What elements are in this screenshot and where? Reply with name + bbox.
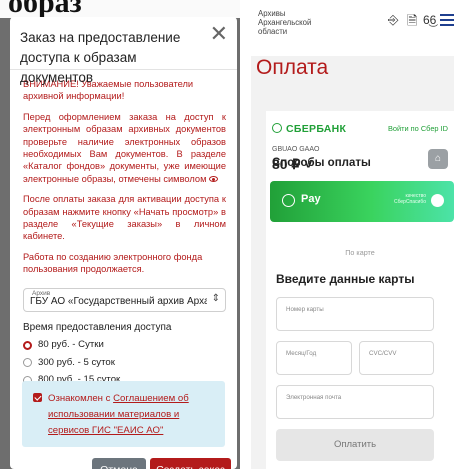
order-screenshot: образ Заказ на предоставление доступа к … bbox=[0, 0, 240, 469]
site-logo-line: Архангельской bbox=[258, 18, 312, 27]
option-5-days[interactable]: 300 руб. - 5 суток bbox=[23, 357, 226, 369]
sber-pay-label: Pay bbox=[301, 193, 321, 205]
option-label: 300 руб. - 5 суток bbox=[38, 356, 115, 368]
agreement-checkbox[interactable] bbox=[33, 393, 42, 402]
select-caret-icon: ⇕ bbox=[211, 292, 220, 304]
option-1-day[interactable]: 80 руб. - Сутки bbox=[23, 339, 226, 351]
archive-value: ГБУ АО «Государственный архив Архангельс… bbox=[30, 295, 207, 307]
top-bar: Архивы Архангельской области ⎆ 🗎 6͜6 bbox=[251, 0, 454, 56]
card-form-title: Введите данные карты bbox=[276, 272, 415, 286]
card-number-label: Номер карты bbox=[286, 306, 324, 313]
basket-icon[interactable]: ⌂ bbox=[428, 149, 448, 169]
payment-screenshot: Архивы Архангельской области ⎆ 🗎 6͜6 Опл… bbox=[251, 0, 454, 469]
menu-icon[interactable] bbox=[440, 14, 454, 26]
agreement-prefix: Ознакомлен с bbox=[48, 393, 114, 404]
sber-spasibo-icon bbox=[431, 194, 444, 207]
check-circle-icon bbox=[272, 123, 282, 133]
sberbank-logo: СБЕРБАНК bbox=[272, 123, 346, 135]
by-card-divider: По карте bbox=[345, 248, 375, 257]
modal-title: Заказ на предоставление доступа к образа… bbox=[20, 30, 181, 85]
sber-pay-button[interactable]: Pay качество СберСпасибо bbox=[270, 181, 454, 222]
agreement-box: Ознакомлен с Соглашением об использовани… bbox=[22, 381, 225, 447]
modal-body: ВНИМАНИЕ! Уважаемые пользователи архивно… bbox=[10, 70, 237, 386]
email-label: Электронная почта bbox=[286, 394, 342, 401]
access-time-label: Время предоставления доступа bbox=[23, 321, 172, 333]
glasses-icon[interactable]: 6͜6 bbox=[423, 13, 436, 27]
archive-select[interactable]: Архив ГБУ АО «Государственный архив Арха… bbox=[23, 287, 226, 312]
option-label: 80 руб. - Сутки bbox=[38, 339, 104, 351]
cvc-label: CVC/CVV bbox=[369, 350, 397, 357]
sber-payment-panel: СБЕРБАНК Войти по Сбер ID GBUAO GAAO 80 … bbox=[266, 111, 454, 469]
check-circle-icon bbox=[282, 194, 295, 207]
site-logo[interactable]: Архивы Архангельской области bbox=[258, 9, 311, 36]
card-form: Введите данные карты Номер карты Месяц/Г… bbox=[266, 260, 454, 469]
archive-label: Архив bbox=[32, 289, 51, 297]
pay-button[interactable]: Оплатить bbox=[276, 429, 434, 461]
close-icon[interactable]: ✕ bbox=[210, 22, 228, 46]
cancel-button[interactable]: Отмена bbox=[92, 458, 146, 469]
site-logo-line: области bbox=[258, 27, 288, 36]
sber-id-login-link[interactable]: Войти по Сбер ID bbox=[388, 124, 448, 133]
radio-selected[interactable] bbox=[23, 340, 32, 350]
catalog-note-text: Перед оформлением заказа на доступ к эле… bbox=[23, 111, 226, 184]
login-icon[interactable]: ⎆ bbox=[388, 12, 398, 28]
cvc-field[interactable]: CVC/CVV bbox=[359, 341, 434, 375]
sber-spasibo-hint: качество СберСпасибо bbox=[393, 193, 426, 205]
sberbank-logo-text: СБЕРБАНК bbox=[286, 123, 347, 135]
agreement-text: Ознакомлен с Соглашением об использовани… bbox=[48, 391, 217, 439]
site-logo-line: Архивы bbox=[258, 9, 286, 18]
document-icon[interactable]: 🗎 bbox=[407, 12, 417, 34]
email-field[interactable]: Электронная почта bbox=[276, 385, 434, 419]
modal-footer: Отмена Создать заказ bbox=[10, 458, 237, 469]
card-number-field[interactable]: Номер карты bbox=[276, 297, 434, 331]
payment-methods-title: Способы оплаты bbox=[272, 157, 371, 169]
create-order-button[interactable]: Создать заказ bbox=[150, 458, 231, 469]
eye-icon bbox=[209, 176, 219, 183]
catalog-note: Перед оформлением заказа на доступ к эле… bbox=[23, 111, 226, 185]
page-title: Оплата bbox=[256, 56, 329, 79]
radio[interactable] bbox=[23, 358, 32, 368]
activation-note: После оплаты заказа для активации доступ… bbox=[23, 194, 226, 242]
merchant-name: GBUAO GAAO bbox=[272, 146, 320, 153]
modal-header: Заказ на предоставление доступа к образа… bbox=[10, 17, 237, 85]
order-modal: Заказ на предоставление доступа к образа… bbox=[10, 17, 237, 469]
progress-note: Работа по созданию электронного фонда по… bbox=[23, 251, 203, 275]
expiry-field[interactable]: Месяц/Год bbox=[276, 341, 352, 375]
expiry-label: Месяц/Год bbox=[286, 350, 317, 357]
